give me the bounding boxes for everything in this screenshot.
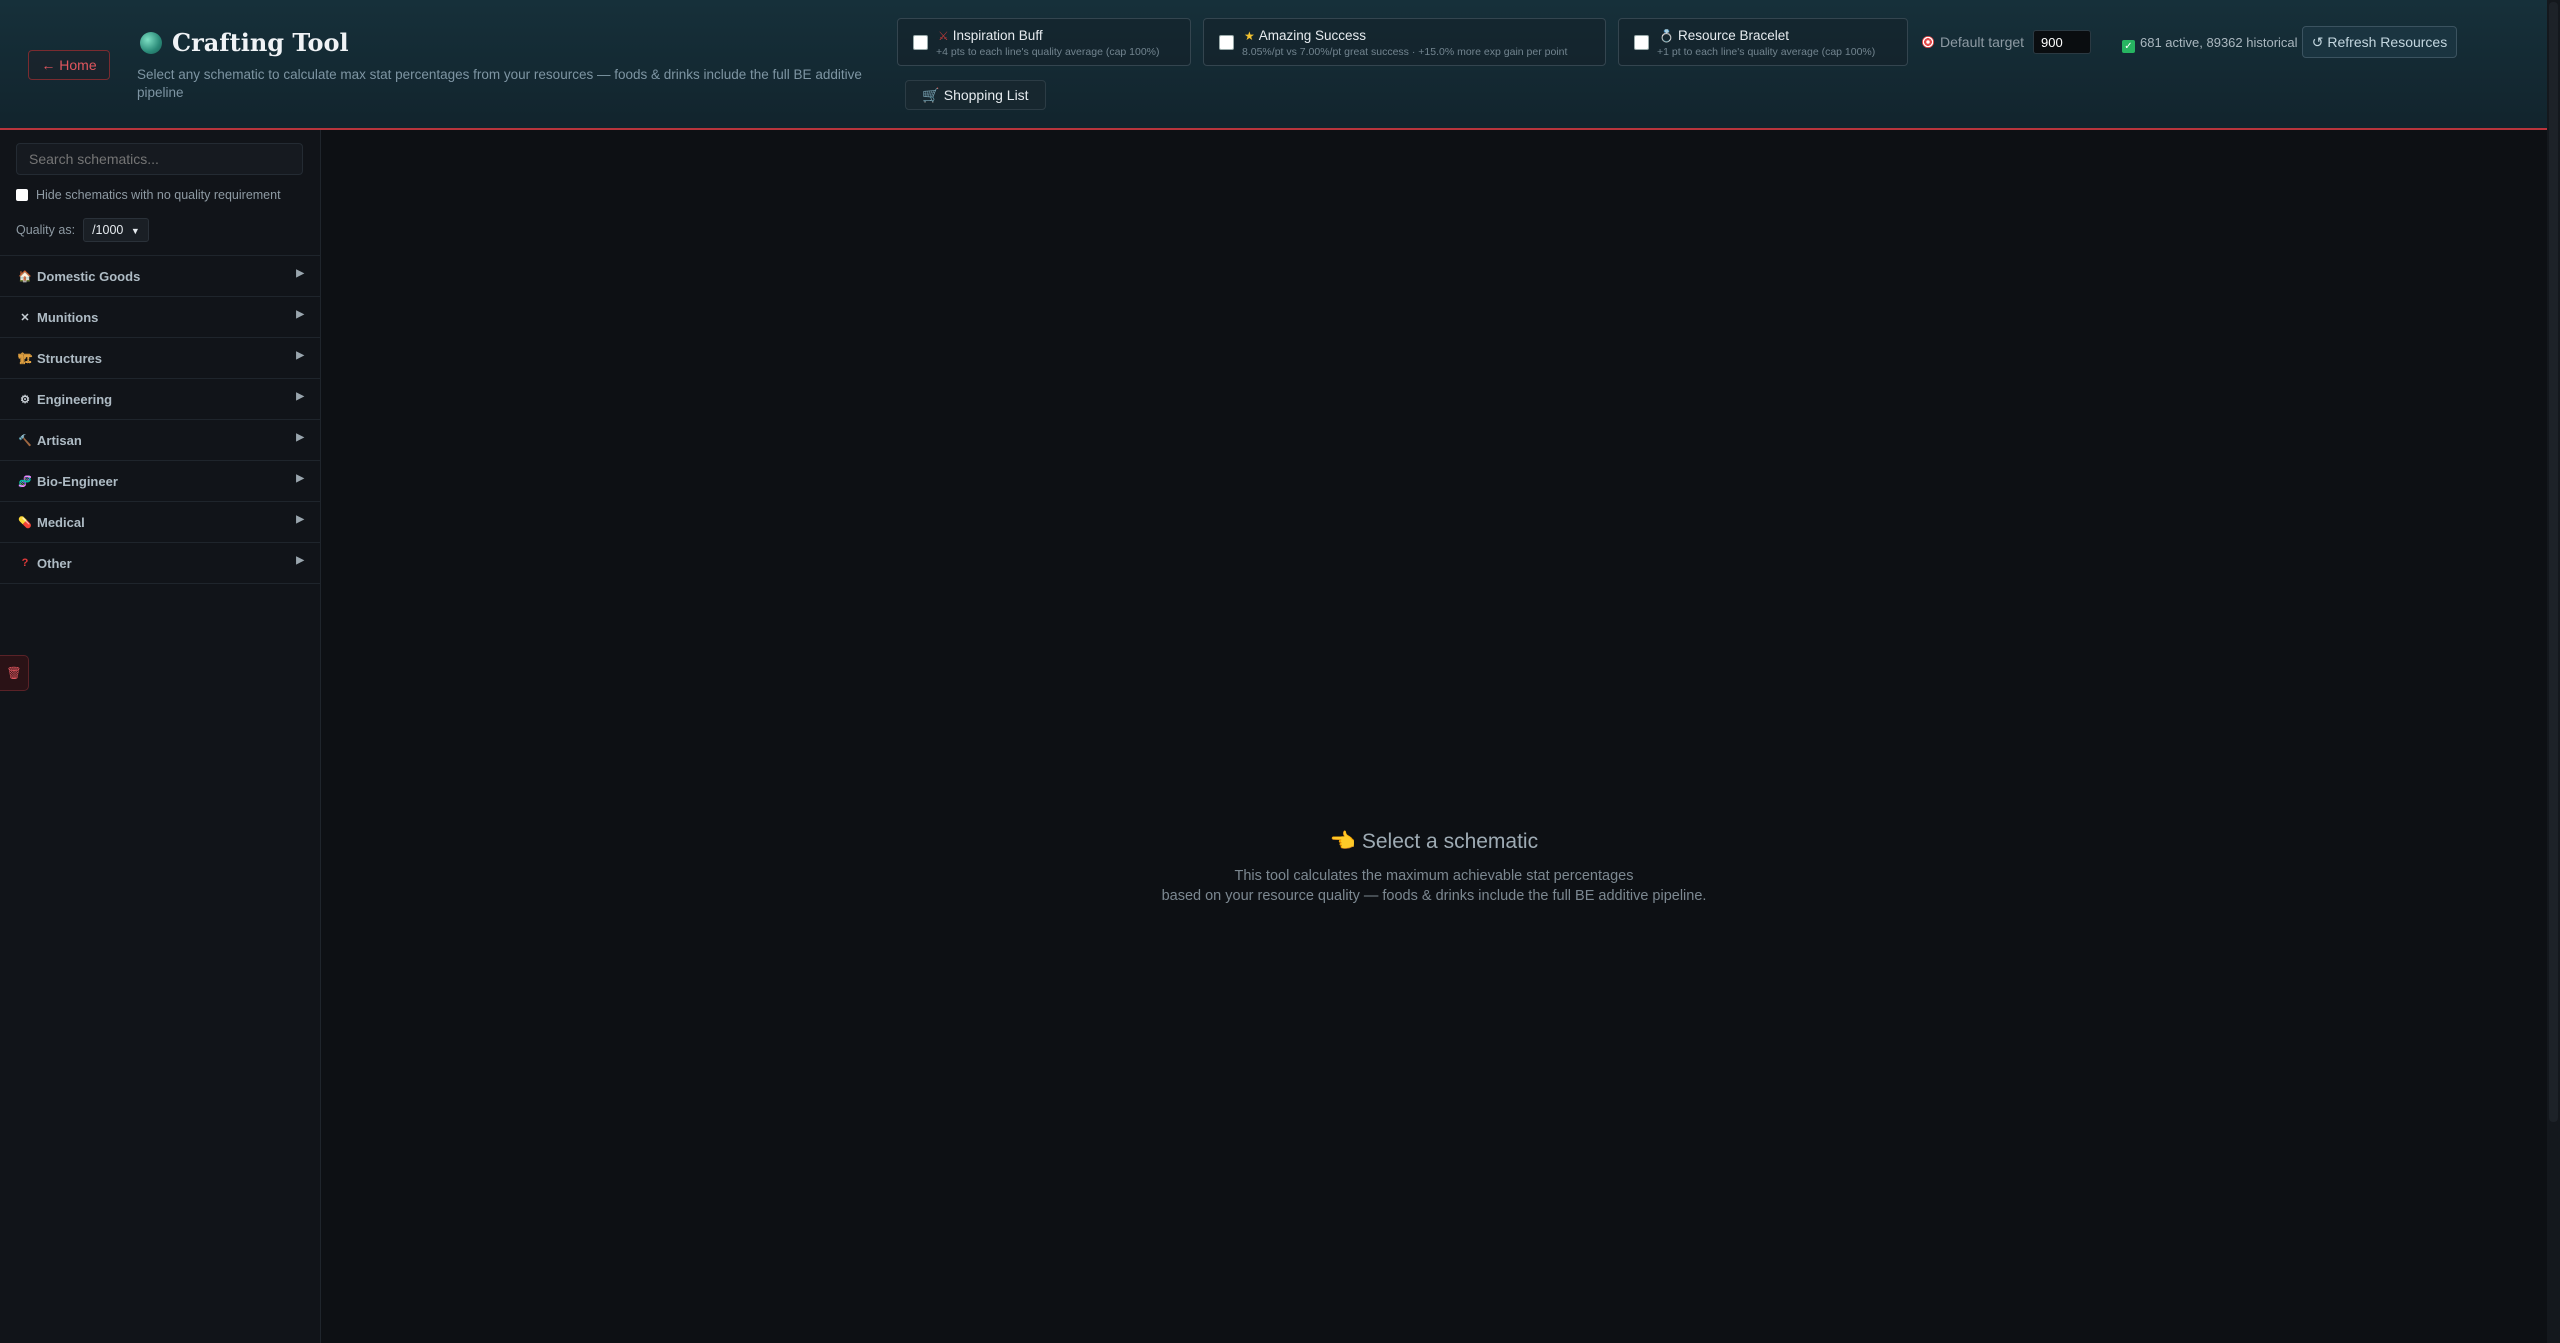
expand-arrow-icon: ▶: [296, 350, 304, 361]
quality-format-select[interactable]: /1000 ▼: [83, 218, 150, 242]
toggle-description: 8.05%/pt vs 7.00%/pt great success · +15…: [1242, 46, 1568, 58]
top-header: ← Home Crafting Tool Select any schemati…: [0, 0, 2547, 130]
dna-icon: 🧬: [18, 475, 32, 488]
quality-format-label: Quality as:: [16, 223, 76, 237]
amazing-success-checkbox[interactable]: [1219, 35, 1234, 50]
toggle-name: Amazing Success: [1258, 28, 1367, 43]
status-text: 681 active, 89362 historical: [2140, 35, 2298, 50]
shopping-list-button[interactable]: 🛒 Shopping List: [905, 80, 1046, 110]
trash-icon: 🗑: [6, 666, 22, 680]
globe-icon: [140, 31, 162, 54]
category-label: Bio-Engineer: [37, 473, 118, 489]
refresh-resources-button[interactable]: ↺ Refresh Resources: [2302, 26, 2457, 58]
category-munitions[interactable]: ✕ Munitions ▶: [0, 296, 320, 337]
quality-format-row: Quality as: /1000 ▼: [16, 218, 150, 242]
house-icon: 🏠: [18, 270, 32, 283]
swords-icon: ⚔: [938, 29, 949, 43]
crossed-swords-icon: ✕: [20, 311, 30, 324]
pill-icon: 💊: [18, 516, 32, 529]
check-icon: ✓: [2122, 40, 2135, 53]
page-scrollbar[interactable]: [2547, 0, 2560, 1343]
page-subtitle: Select any schematic to calculate max st…: [137, 67, 862, 100]
category-label: Domestic Goods: [37, 268, 141, 284]
category-label: Structures: [37, 350, 103, 366]
category-label: Artisan: [37, 432, 82, 448]
expand-arrow-icon: ▶: [296, 514, 304, 525]
hide-no-quality-row[interactable]: Hide schematics with no quality requirem…: [16, 188, 281, 202]
hide-no-quality-checkbox[interactable]: [16, 189, 28, 201]
empty-state: 👈 Select a schematic This tool calculate…: [321, 830, 2547, 906]
search-schematics-input[interactable]: [16, 143, 303, 175]
page-title-text: Crafting Tool: [172, 28, 349, 57]
expand-arrow-icon: ▶: [296, 391, 304, 402]
empty-state-line-1: This tool calculates the maximum achieva…: [1234, 868, 1634, 884]
gear-icon: ⚙: [20, 393, 30, 406]
category-label: Engineering: [37, 391, 113, 407]
resource-status: ✓ 681 active, 89362 historical: [2122, 35, 2298, 53]
main-content: 👈 Select a schematic This tool calculate…: [321, 130, 2547, 1343]
empty-state-line-2: based on your resource quality — foods &…: [1161, 888, 1707, 904]
category-label: Medical: [37, 514, 85, 530]
category-list: 🏠 Domestic Goods ▶ ✕ Munitions ▶ 🏗 Struc…: [0, 255, 320, 584]
expand-arrow-icon: ▶: [296, 432, 304, 443]
category-other[interactable]: ? Other ▶: [0, 542, 320, 584]
inspiration-buff-checkbox[interactable]: [913, 35, 928, 50]
category-engineering[interactable]: ⚙ Engineering ▶: [0, 378, 320, 419]
category-bio-engineer[interactable]: 🧬 Bio-Engineer ▶: [0, 460, 320, 501]
star-icon: ★: [1244, 29, 1255, 43]
toggle-description: +4 pts to each line's quality average (c…: [936, 46, 1160, 58]
chevron-down-icon: ▼: [130, 226, 140, 236]
hammer-icon: 🔨: [18, 434, 32, 447]
default-target-label: Default target: [1922, 34, 2024, 50]
category-label: Munitions: [37, 309, 99, 325]
schematic-sidebar: Hide schematics with no quality requirem…: [0, 130, 321, 1343]
toggle-resource-bracelet[interactable]: 💍 Resource Bracelet +1 pt to each line's …: [1618, 18, 1908, 66]
category-domestic-goods[interactable]: 🏠 Domestic Goods ▶: [0, 255, 320, 296]
expand-arrow-icon: ▶: [296, 268, 304, 279]
toggle-amazing-success[interactable]: ★ Amazing Success 8.05%/pt vs 7.00%/pt gr…: [1203, 18, 1606, 66]
page-title: Crafting Tool: [140, 28, 349, 57]
toggle-description: +1 pt to each line's quality average (ca…: [1657, 46, 1876, 58]
resource-bracelet-checkbox[interactable]: [1634, 35, 1649, 50]
scrollbar-thumb[interactable]: [2549, 2, 2558, 1122]
question-icon: ?: [21, 557, 29, 569]
toggle-inspiration-buff[interactable]: ⚔ Inspiration Buff +4 pts to each line's …: [897, 18, 1191, 66]
category-structures[interactable]: 🏗 Structures ▶: [0, 337, 320, 378]
category-medical[interactable]: 💊 Medical ▶: [0, 501, 320, 542]
trash-side-tab[interactable]: 🗑: [0, 655, 29, 691]
toggle-name: Resource Bracelet: [1677, 28, 1790, 43]
hide-no-quality-label: Hide schematics with no quality requirem…: [36, 188, 281, 202]
expand-arrow-icon: ▶: [296, 473, 304, 484]
ring-icon: 💍: [1659, 29, 1674, 43]
category-artisan[interactable]: 🔨 Artisan ▶: [0, 419, 320, 460]
expand-arrow-icon: ▶: [296, 309, 304, 320]
target-icon: [1922, 36, 1934, 48]
empty-state-title: 👈 Select a schematic: [1329, 830, 1539, 853]
category-label: Other: [37, 555, 72, 571]
expand-arrow-icon: ▶: [296, 555, 304, 566]
toggle-name: Inspiration Buff: [952, 28, 1043, 43]
construction-icon: 🏗: [18, 352, 32, 365]
home-button[interactable]: ← Home: [28, 50, 110, 80]
default-target-input[interactable]: 900: [2033, 30, 2091, 54]
